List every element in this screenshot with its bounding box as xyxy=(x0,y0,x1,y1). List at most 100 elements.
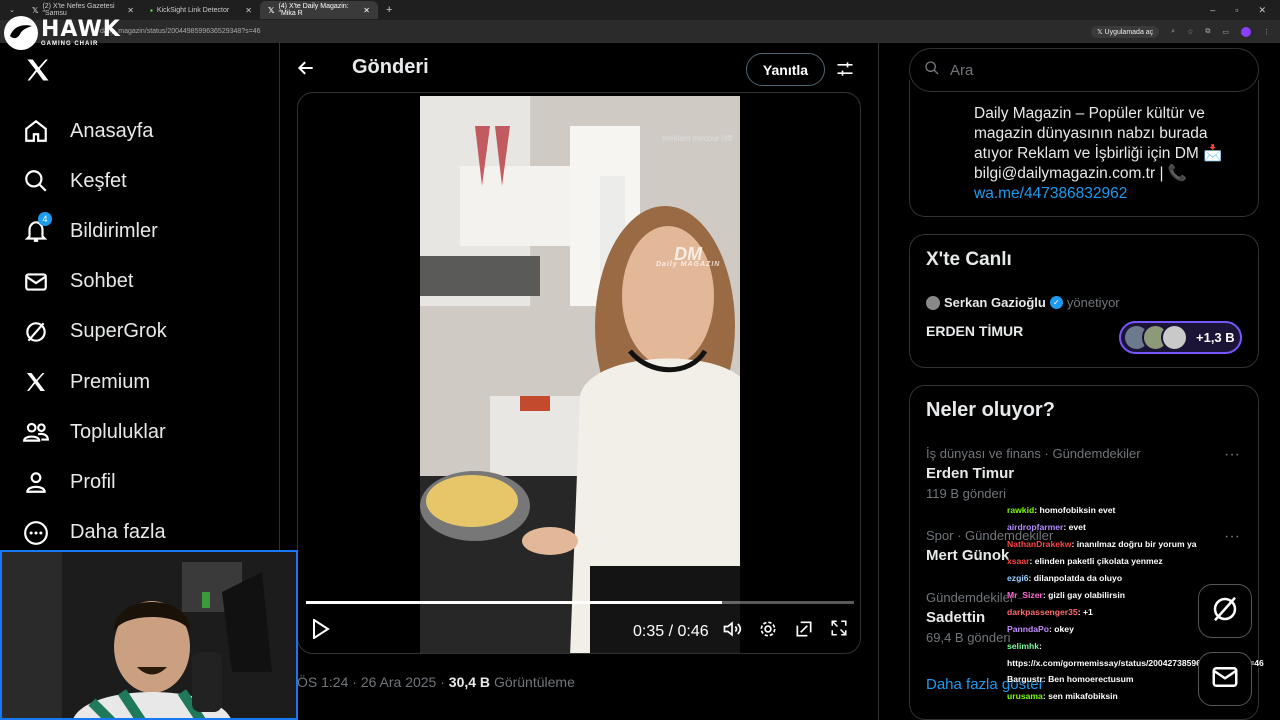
chat-text: : sen mikafobiksin xyxy=(1042,691,1118,701)
host-role: yönetiyor xyxy=(1066,295,1120,310)
profile-avatar[interactable] xyxy=(1241,26,1251,37)
sidebar-icon[interactable]: ▭ xyxy=(1222,28,1229,36)
grok-icon xyxy=(22,318,50,346)
bio-text: Daily Magazin – Popüler kültür ve magazi… xyxy=(974,104,1244,204)
search-box[interactable]: Ara xyxy=(909,48,1259,92)
url-text[interactable]: daily_magazin/status/2004498599636529348… xyxy=(100,28,261,35)
bookmark-star-icon[interactable]: ☆ xyxy=(1187,28,1193,36)
extensions-icon[interactable]: ⧉ xyxy=(1205,28,1210,36)
chat-text: : homofobiksin evet xyxy=(1034,505,1116,515)
tab-label: KickSight Link Detector xyxy=(156,6,230,14)
volume-icon[interactable] xyxy=(722,619,742,639)
right-divider xyxy=(878,43,879,720)
new-tab-button[interactable]: + xyxy=(378,4,392,16)
minimize-icon[interactable]: – xyxy=(1210,5,1215,16)
post-time: ÖS 1:24 xyxy=(297,674,349,690)
nav-label: Keşfet xyxy=(70,169,127,192)
post-date[interactable]: 26 Ara 2025 xyxy=(361,674,437,690)
hawk-title: HAWK xyxy=(41,17,121,42)
chat-text: : +1 xyxy=(1077,607,1093,617)
nav-label: Premium xyxy=(70,370,151,393)
nav-item-chat[interactable]: Sohbet xyxy=(22,257,167,307)
video-progress-fill xyxy=(306,601,723,604)
bio-link[interactable]: wa.me/447386832962 xyxy=(974,184,1244,204)
listener-avatars[interactable]: +1,3 B xyxy=(1119,321,1242,354)
nav-label: Anasayfa xyxy=(70,119,154,142)
settings-gear-icon[interactable] xyxy=(758,619,778,639)
live-host[interactable]: Serkan Gazioğlu ✓ yönetiyor xyxy=(926,295,1120,310)
chat-username: darkpassenger35 xyxy=(1007,607,1078,617)
nav-item-explore[interactable]: Keşfet xyxy=(22,156,167,206)
trend-item[interactable]: İş dünyası ve finans · Gündemdekiler Erd… xyxy=(926,446,1141,501)
pip-icon[interactable] xyxy=(794,619,814,639)
video-watermark: #reklam mecbur ölff xyxy=(662,134,733,143)
search-input[interactable]: Ara xyxy=(950,62,973,79)
maximize-icon[interactable]: ▫ xyxy=(1235,5,1238,16)
chat-message: airdropfarmer: evet xyxy=(1007,521,1277,538)
grok-fab-button[interactable] xyxy=(1198,584,1252,638)
zoom-icon[interactable]: ⌕ xyxy=(1171,28,1175,36)
trend-name: Erden Timur xyxy=(926,465,1015,482)
x-icon xyxy=(22,368,50,396)
streamer-webcam xyxy=(0,550,298,720)
chat-text: : dilanpolatda da oluyo xyxy=(1028,573,1123,583)
live-spaces-card[interactable]: X'te Canlı Serkan Gazioğlu ✓ yönetiyor E… xyxy=(909,234,1259,368)
messages-fab-button[interactable] xyxy=(1198,652,1252,706)
nav-label: Bildirimler xyxy=(70,219,158,242)
video-time: 0:35 / 0:46 xyxy=(633,623,709,640)
x-small-icon: 𝕏 xyxy=(1096,28,1105,36)
video-frame[interactable]: #reklam mecbur ölff DM Daily MAGAZIN xyxy=(420,96,740,653)
search-icon xyxy=(22,167,50,195)
more-icon xyxy=(22,519,50,547)
video-player[interactable]: #reklam mecbur ölff DM Daily MAGAZIN 0:35… xyxy=(297,92,861,654)
chat-username: PanndaPo xyxy=(1007,624,1050,634)
play-icon[interactable] xyxy=(312,619,330,639)
close-tab-icon[interactable]: ✕ xyxy=(127,6,134,15)
chat-text: : xyxy=(1039,641,1042,651)
trend-item[interactable]: Gündemdekiler Sadettin 69,4 B gönderi xyxy=(926,590,1014,645)
close-window-icon[interactable]: ✕ xyxy=(1258,5,1266,16)
x-favicon-icon: 𝕏 xyxy=(32,5,39,15)
chat-username: Mr_Sizer xyxy=(1007,590,1043,600)
browser-tab-active[interactable]: 𝕏 (4) X'te Daily Magazin: "Mika R ✕ xyxy=(260,1,378,19)
avatar xyxy=(1161,324,1188,351)
hawk-bird-icon xyxy=(4,16,38,50)
nav-item-profile[interactable]: Profil xyxy=(22,457,167,507)
video-progress-bar[interactable] xyxy=(306,601,854,604)
chat-message: rawkid: homofobiksin evet xyxy=(1007,504,1277,521)
x-logo-icon[interactable] xyxy=(24,56,52,92)
view-label: Görüntüleme xyxy=(493,674,575,690)
open-in-app-button[interactable]: 𝕏 Uygulamada aç xyxy=(1090,25,1160,38)
window-controls: – ▫ ✕ xyxy=(1210,5,1280,16)
fullscreen-icon[interactable] xyxy=(830,619,848,637)
nav-item-notifications[interactable]: 4 Bildirimler xyxy=(22,206,167,256)
nav-item-communities[interactable]: Topluluklar xyxy=(22,407,167,457)
chat-text: : elinden paketli çikolata yenmez xyxy=(1029,556,1163,566)
more-options-icon[interactable]: ··· xyxy=(1224,446,1240,464)
host-name: Serkan Gazioğlu xyxy=(944,295,1046,310)
mail-icon xyxy=(22,268,50,296)
trend-category: İş dünyası ve finans · Gündemdekiler xyxy=(926,446,1141,461)
reply-button[interactable]: Yanıtla xyxy=(746,53,825,86)
primary-nav: Anasayfa Keşfet 4 Bildirimler Sohbet Sup… xyxy=(22,106,167,558)
kicksight-favicon-icon: ▪ xyxy=(150,5,153,15)
nav-item-premium[interactable]: Premium xyxy=(22,357,167,407)
browser-tab[interactable]: ▪ KickSight Link Detector ✕ xyxy=(142,1,260,19)
tab-menu-icon[interactable]: ⌄ xyxy=(0,6,24,14)
space-title: ERDEN TİMUR xyxy=(926,323,1024,339)
back-arrow-icon[interactable] xyxy=(296,58,316,84)
sliders-icon[interactable] xyxy=(835,59,855,84)
chat-username: ezgi6 xyxy=(1007,573,1029,583)
browser-tab-bar: ⌄ 𝕏 (2) X'te Nefes Gazetesi "Samsu ✕ ▪ Kick… xyxy=(0,0,1280,20)
chat-username: urusama xyxy=(1007,691,1043,701)
dm-logo-sub: Daily MAGAZIN xyxy=(656,261,721,269)
nav-item-home[interactable]: Anasayfa xyxy=(22,106,167,156)
close-tab-icon[interactable]: ✕ xyxy=(363,6,370,15)
hawk-subtitle: GAMING CHAIR xyxy=(41,41,99,47)
browser-menu-icon[interactable]: ⋮ xyxy=(1263,28,1270,36)
nav-item-supergrok[interactable]: SuperGrok xyxy=(22,307,167,357)
meta-separator: · xyxy=(352,674,357,690)
chat-message: xsaar: elinden paketli çikolata yenmez xyxy=(1007,555,1277,572)
chat-username: airdropfarmer xyxy=(1007,522,1064,532)
close-tab-icon[interactable]: ✕ xyxy=(245,6,252,15)
